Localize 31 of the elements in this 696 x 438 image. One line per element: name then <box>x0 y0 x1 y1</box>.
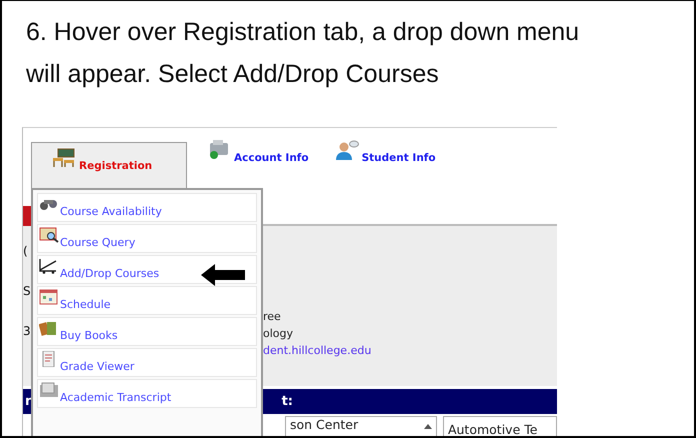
menu-item[interactable]: Grade Viewer <box>37 348 257 377</box>
email-link[interactable]: dent.hillcollege.edu <box>263 344 557 358</box>
menu-item[interactable]: Schedule <box>37 286 257 315</box>
desks-icon <box>52 148 76 168</box>
folder-icon <box>39 382 59 398</box>
menu-item[interactable]: Course Availability <box>37 193 257 222</box>
section-header-text: r <box>25 394 32 409</box>
menu-item[interactable]: Buy Books <box>37 317 257 346</box>
pointer-arrow-icon <box>201 264 245 286</box>
calendar-icon <box>39 289 59 305</box>
detail-text: ree <box>263 310 282 324</box>
register-icon <box>207 140 231 160</box>
partial-text: S <box>23 284 31 298</box>
select-field[interactable]: Automotive Te <box>442 416 557 436</box>
detail-text: ology <box>263 327 294 341</box>
cart-icon <box>39 258 59 274</box>
scroll-up-icon[interactable] <box>422 422 433 430</box>
partial-text: 3 <box>23 324 31 338</box>
books-icon <box>39 320 59 336</box>
map-icon <box>39 227 59 243</box>
section-header-text: t: <box>282 394 293 409</box>
person-icon <box>334 140 359 160</box>
nav-tab[interactable]: Registration <box>31 142 187 188</box>
partial-text: ( <box>23 244 28 258</box>
instruction-text: 6. Hover over Registration tab, a drop down menu will appear. Select Add/Drop Courses <box>26 17 580 90</box>
nav-tab[interactable]: Account Info <box>207 140 315 178</box>
nav-tab[interactable]: Student Info <box>334 140 442 178</box>
list-box[interactable]: son Center <box>285 416 437 436</box>
menu-item[interactable]: Course Query <box>37 224 257 253</box>
menu-item[interactable]: Add/Drop Courses <box>37 255 257 284</box>
menu-item[interactable]: Academic Transcript <box>37 379 257 408</box>
